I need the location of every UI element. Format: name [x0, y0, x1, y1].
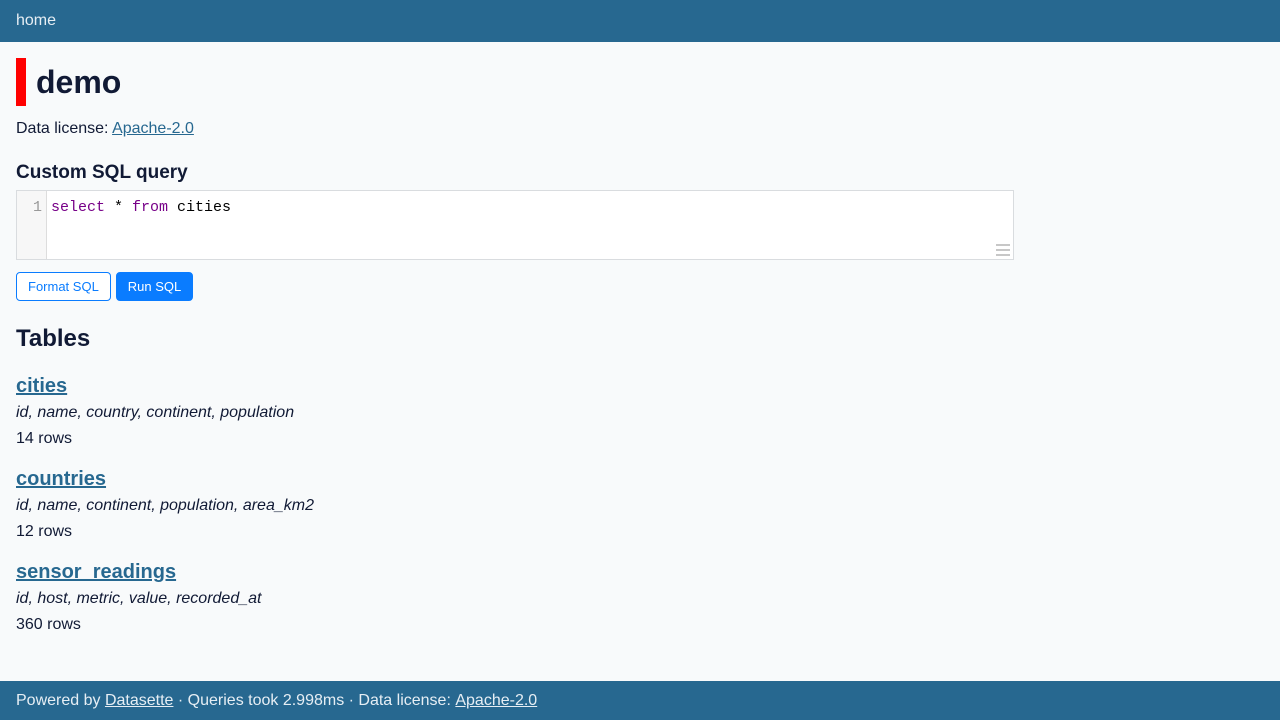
table-link-cities[interactable]: cities — [16, 375, 67, 397]
sql-keyword-from: from — [132, 199, 169, 216]
sql-buttons: Format SQL Run SQL — [16, 272, 1264, 301]
top-nav-bar: home — [0, 0, 1280, 42]
line-number: 1 — [32, 199, 42, 216]
table-link-countries[interactable]: countries — [16, 468, 106, 490]
sql-query-heading: Custom SQL query — [16, 162, 188, 183]
license-link[interactable]: Apache-2.0 — [112, 120, 194, 137]
table-columns: id, name, country, continent, population — [16, 404, 295, 421]
data-license: Data license: Apache-2.0 — [16, 120, 1264, 138]
footer-queries-text: · Queries took 2.998ms · Data license: — [177, 691, 451, 709]
table-columns: id, host, metric, value, recorded_at — [16, 590, 262, 607]
sql-table-name: cities — [168, 199, 232, 216]
title-row: demo — [16, 58, 1264, 106]
format-sql-button[interactable]: Format SQL — [16, 272, 111, 301]
table-item: countries id, name, continent, populatio… — [16, 468, 1264, 541]
table-item: sensor_readings id, host, metric, value,… — [16, 561, 1264, 634]
sql-editor[interactable]: 1 select * from cities — [16, 190, 1014, 260]
tables-list: cities id, name, country, continent, pop… — [16, 375, 1264, 634]
footer: Powered by Datasette · Queries took 2.99… — [0, 681, 1280, 720]
table-item: cities id, name, country, continent, pop… — [16, 375, 1264, 448]
footer-powered-by: Powered by — [16, 691, 101, 709]
table-row-count: 12 rows — [16, 523, 73, 540]
title-accent-bar — [16, 58, 26, 106]
sql-keyword-select: select — [51, 199, 106, 216]
resize-handle-icon[interactable] — [996, 244, 1010, 256]
table-columns: id, name, continent, population, area_km… — [16, 497, 314, 514]
table-row-count: 360 rows — [16, 616, 81, 633]
footer-license-link[interactable]: Apache-2.0 — [455, 692, 537, 710]
table-link-sensor-readings[interactable]: sensor_readings — [16, 561, 176, 583]
line-number-gutter: 1 — [17, 191, 47, 259]
datasette-link[interactable]: Datasette — [105, 692, 173, 710]
tables-heading: Tables — [16, 325, 91, 352]
license-label: Data license: — [16, 120, 109, 137]
sql-star: * — [105, 199, 133, 216]
table-row-count: 14 rows — [16, 430, 73, 447]
sql-code[interactable]: select * from cities — [47, 191, 231, 259]
main-content: demo Data license: Apache-2.0 Custom SQL… — [0, 42, 1280, 634]
home-link[interactable]: home — [16, 12, 56, 30]
run-sql-button[interactable]: Run SQL — [115, 272, 194, 301]
page-title: demo — [36, 63, 122, 100]
